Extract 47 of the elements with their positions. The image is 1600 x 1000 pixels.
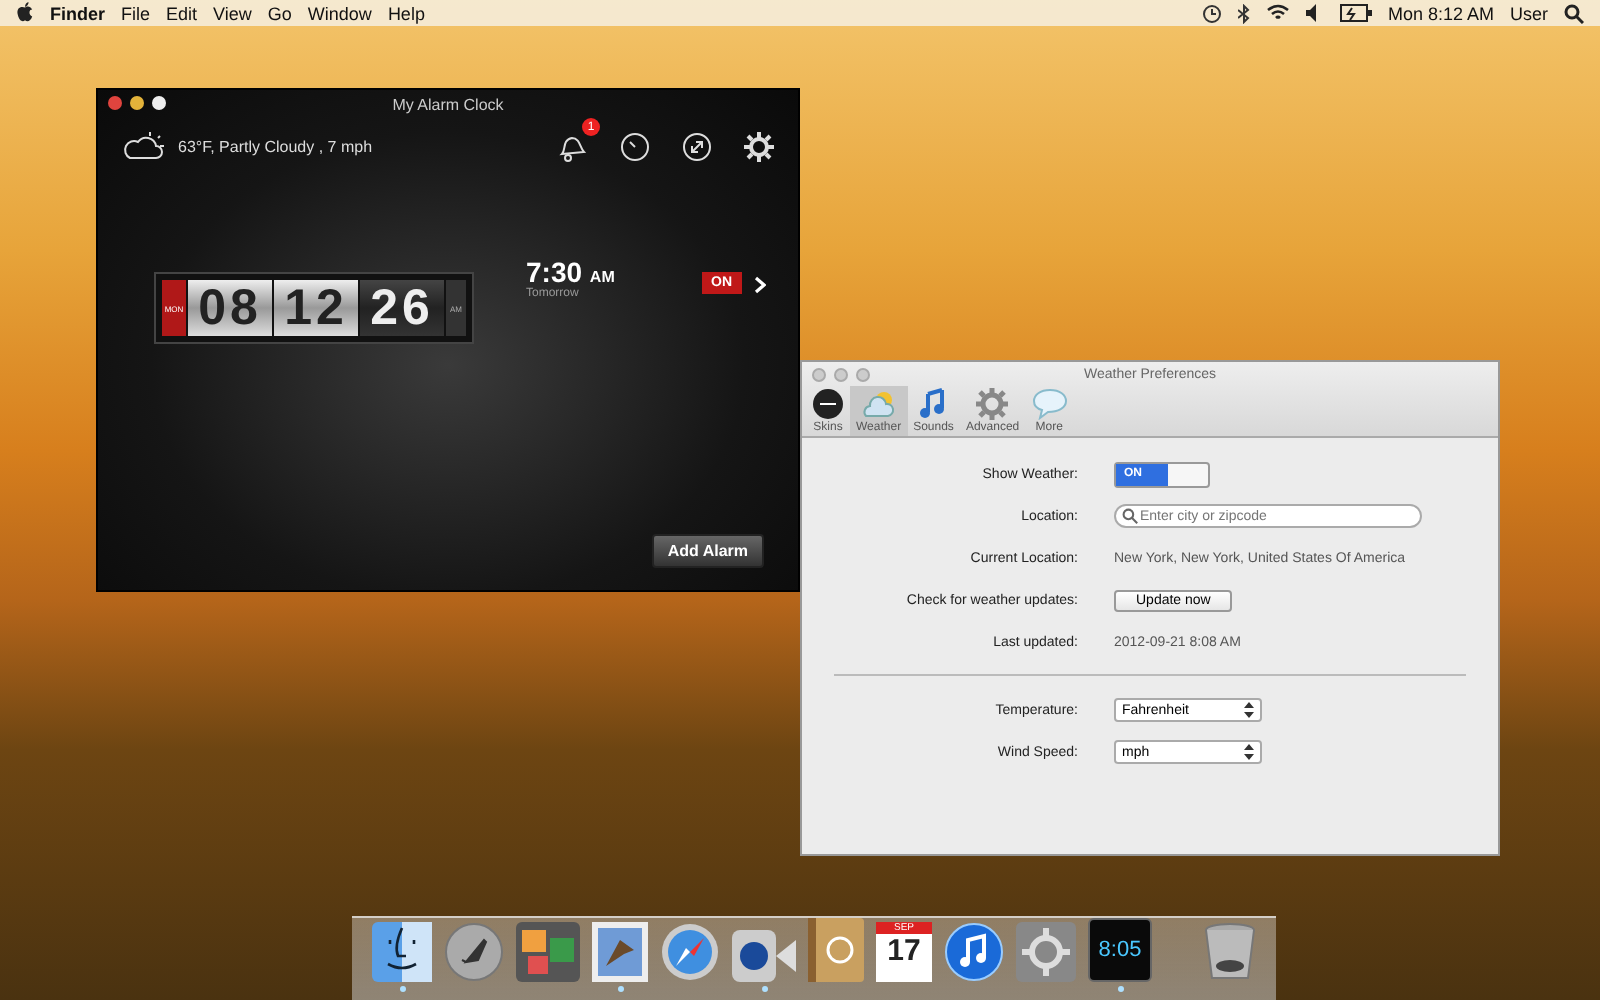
music-notes-icon bbox=[917, 388, 950, 420]
menu-item[interactable]: Edit bbox=[166, 3, 198, 23]
menu-item[interactable]: Go bbox=[267, 3, 292, 23]
user-menu[interactable]: User bbox=[1509, 3, 1548, 23]
clock-icon[interactable] bbox=[1201, 3, 1222, 23]
dial-icon bbox=[812, 388, 844, 420]
updown-icon bbox=[1244, 744, 1254, 760]
digit-tile: 08 bbox=[188, 280, 272, 336]
running-indicator bbox=[1117, 986, 1123, 992]
zoom-button[interactable] bbox=[152, 96, 166, 110]
face-split-icon[interactable] bbox=[372, 922, 432, 982]
digital-clock-icon[interactable]: 8:05 bbox=[1088, 918, 1152, 982]
sun-cloud-icon bbox=[860, 388, 897, 420]
camera-icon[interactable] bbox=[732, 930, 796, 982]
wifi-icon[interactable] bbox=[1265, 4, 1290, 22]
menu-item[interactable]: Help bbox=[387, 3, 425, 23]
menu-item[interactable]: Window bbox=[307, 3, 372, 23]
battery-icon[interactable] bbox=[1339, 4, 1372, 22]
menu-item[interactable]: Finder bbox=[50, 3, 106, 23]
close-button[interactable] bbox=[108, 96, 122, 110]
menu-clock[interactable]: Mon 8:12 AM bbox=[1387, 3, 1494, 23]
speech-bubble-icon bbox=[1031, 388, 1068, 420]
bluetooth-icon[interactable] bbox=[1237, 3, 1250, 23]
search-icon[interactable] bbox=[1564, 3, 1584, 23]
search-icon bbox=[1122, 508, 1138, 524]
menu-item[interactable]: View bbox=[213, 3, 252, 23]
apple-icon[interactable] bbox=[16, 2, 34, 24]
updown-icon bbox=[1244, 702, 1254, 718]
running-indicator bbox=[399, 986, 405, 992]
minimize-button[interactable] bbox=[130, 96, 144, 110]
expand-icon[interactable] bbox=[682, 131, 712, 161]
menu-item[interactable]: File bbox=[121, 3, 151, 23]
music-note-icon[interactable] bbox=[944, 922, 1004, 982]
chevron-icon[interactable] bbox=[754, 276, 766, 294]
window-title: My Alarm Clock bbox=[392, 95, 504, 113]
settings-icon[interactable] bbox=[744, 131, 774, 161]
alarm-time: 7:30 AM bbox=[526, 256, 615, 288]
photo-stack-icon[interactable] bbox=[516, 922, 580, 982]
add-alarm-button[interactable]: Add Alarm bbox=[651, 534, 764, 568]
cloud-icon bbox=[122, 130, 166, 162]
address-book-icon[interactable] bbox=[808, 918, 864, 982]
trash-icon[interactable] bbox=[1204, 922, 1256, 982]
weather-text: 63°F, Partly Cloudy , 7 mph bbox=[178, 137, 373, 155]
digit-tile: 12 bbox=[274, 280, 358, 336]
digit-tile: 26 bbox=[360, 280, 444, 336]
running-indicator bbox=[617, 986, 623, 992]
running-indicator bbox=[761, 986, 767, 992]
